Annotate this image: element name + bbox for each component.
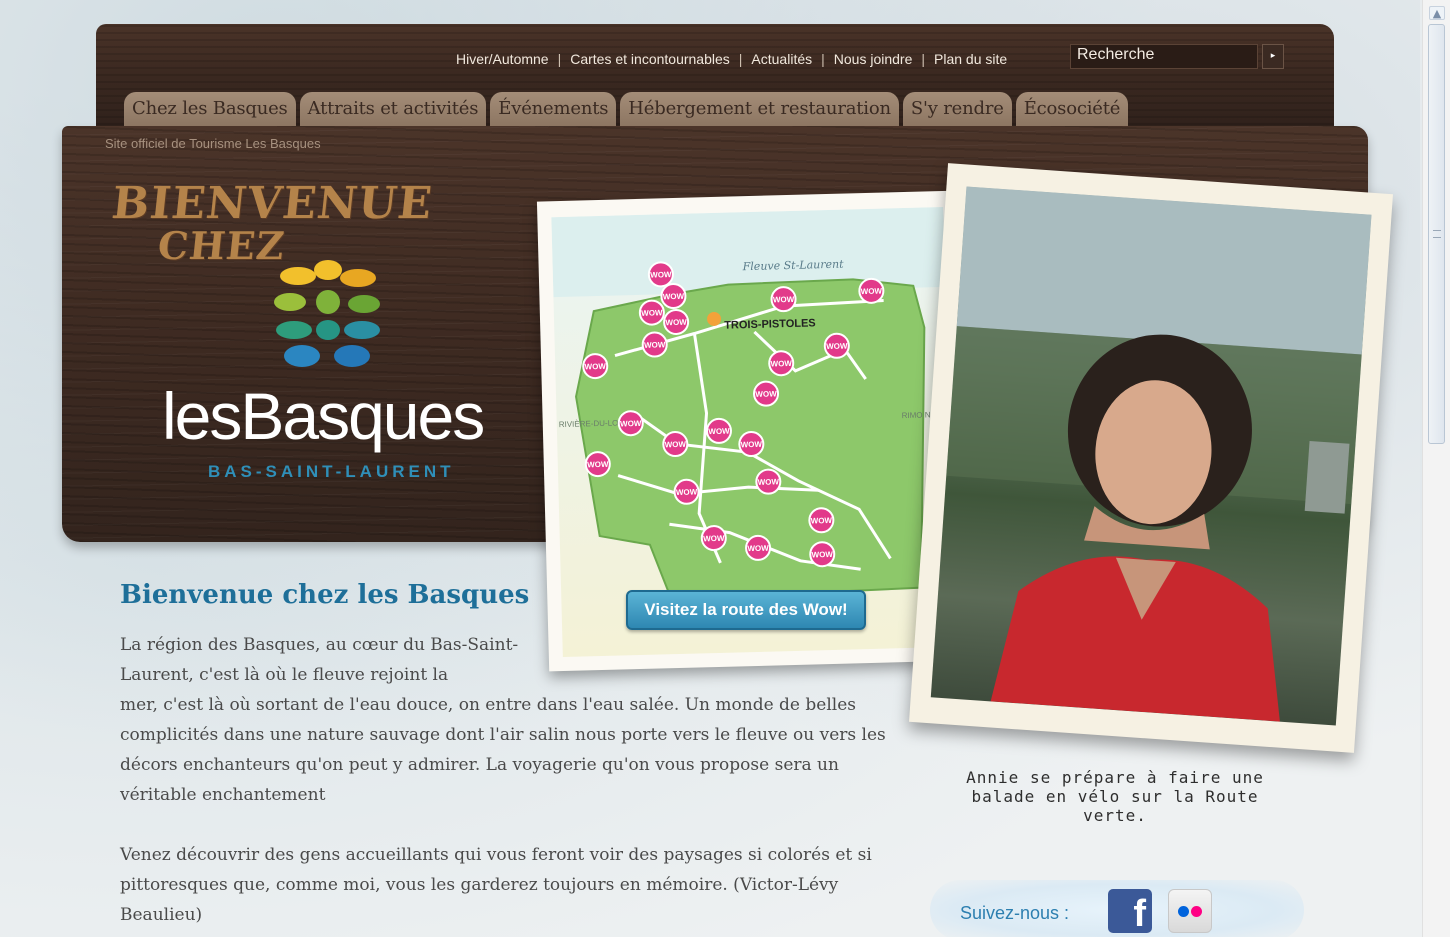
welcome-line-1: BIENVENUE [109,178,436,229]
follow-us-label: Suivez-nous : [960,903,1070,923]
portrait-photo [930,186,1372,726]
wow-marker-label: WOW [650,270,672,280]
wow-marker[interactable]: WOW [768,350,795,377]
tab-chez-les-basques[interactable]: Chez les Basques [124,92,296,126]
wow-marker[interactable]: WOW [700,525,727,552]
wow-marker[interactable]: WOW [808,507,835,534]
wow-marker-label: WOW [811,550,833,560]
wow-marker[interactable]: WOW [753,380,780,407]
wow-marker[interactable]: WOW [663,308,690,335]
wow-marker[interactable]: WOW [647,261,674,288]
wow-marker-label: WOW [708,427,730,437]
search-input[interactable]: Recherche [1070,44,1258,69]
wow-marker[interactable]: WOW [673,478,700,505]
brand-region: BAS-SAINT-LAURENT [208,462,455,481]
search-submit-button[interactable]: ▸ [1262,44,1284,69]
photo-card [909,163,1393,753]
visit-route-button[interactable]: Visitez la route des Wow! [626,590,866,630]
wow-marker[interactable]: WOW [745,534,772,561]
wow-marker[interactable]: WOW [582,353,609,380]
wow-marker[interactable]: WOW [584,451,611,478]
page-title: Bienvenue chez les Basques [120,580,530,610]
tab-attraits[interactable]: Attraits et activités [299,92,487,126]
wow-marker[interactable]: WOW [662,431,689,458]
wow-marker[interactable]: WOW [641,331,668,358]
map-river-label: Fleuve St-Laurent [742,258,845,274]
wow-marker[interactable]: WOW [738,431,765,458]
wow-marker-label: WOW [676,487,698,497]
site-tagline: Site officiel de Tourisme Les Basques [105,136,321,151]
wow-marker-label: WOW [665,440,687,450]
wow-marker[interactable]: WOW [770,286,797,313]
wow-marker-label: WOW [747,544,769,554]
wow-marker-label: WOW [770,359,792,369]
wow-marker-label: WOW [644,340,666,350]
wow-marker-label: WOW [773,295,795,305]
wow-marker-label: WOW [584,362,606,372]
facebook-icon[interactable]: f [1108,889,1152,933]
wow-marker-label: WOW [587,460,609,470]
brand-wordmark[interactable]: lesBasques [162,378,485,454]
utility-nav: Hiver/Automne | Cartes et incontournable… [456,51,1008,67]
intro-paragraph-start: La région des Basques, au cœur du Bas-Sa… [120,635,519,685]
photo-caption: Annie se prépare à faire une balade en v… [966,768,1264,825]
portrait-illustration [946,186,1372,722]
flickr-blue-dot [1178,906,1189,917]
nav-link-cartes[interactable]: Cartes et incontournables [570,51,730,67]
intro-paragraph-rest: mer, c'est là où sortant de l'eau douce,… [120,695,886,805]
vertical-scrollbar[interactable]: ▲ [1422,0,1450,937]
tab-ecosociete[interactable]: Écosociété [1015,92,1129,126]
wow-marker-label: WOW [665,318,687,328]
wow-marker-label: WOW [811,516,833,526]
tab-hebergement[interactable]: Hébergement et restauration [620,92,899,126]
wow-marker[interactable]: WOW [823,332,850,359]
wow-marker-label: WOW [758,477,780,487]
nav-link-actualites[interactable]: Actualités [751,51,812,67]
wow-marker-label: WOW [641,308,663,318]
scroll-grip-icon [1433,230,1441,238]
wow-marker[interactable]: WOW [755,468,782,495]
nav-link-plan-du-site[interactable]: Plan du site [934,51,1007,67]
map-town-label: TROIS-PISTOLES [724,317,816,331]
flower-logo-icon[interactable] [272,258,384,372]
main-tabs: Chez les Basques Attraits et activités É… [124,92,1129,126]
flickr-icon[interactable] [1168,889,1212,933]
wow-marker-label: WOW [663,292,685,302]
tab-evenements[interactable]: Événements [490,92,617,126]
wow-marker-label: WOW [861,287,883,297]
wow-marker[interactable]: WOW [617,410,644,437]
nav-link-nous-joindre[interactable]: Nous joindre [834,51,913,67]
nav-link-hiver-automne[interactable]: Hiver/Automne [456,51,549,67]
scroll-thumb[interactable] [1428,24,1445,444]
welcome-heading-logo: BIENVENUE CHEZ [109,178,436,268]
wow-marker-label: WOW [620,419,642,429]
wow-marker[interactable]: WOW [858,277,885,304]
wow-marker[interactable]: WOW [638,299,665,326]
wow-marker-label: WOW [703,534,725,544]
quote-paragraph: Venez découvrir des gens accueillants qu… [120,845,872,925]
scroll-up-arrow-icon[interactable]: ▲ [1429,6,1445,20]
flickr-pink-dot [1191,906,1202,917]
wow-marker[interactable]: WOW [660,283,687,310]
wow-marker[interactable]: WOW [705,417,732,444]
wow-marker-label: WOW [826,341,848,351]
wow-marker-label: WOW [755,389,777,399]
wow-marker[interactable]: WOW [809,541,836,568]
tab-sy-rendre[interactable]: S'y rendre [902,92,1012,126]
wow-marker-label: WOW [741,440,763,450]
